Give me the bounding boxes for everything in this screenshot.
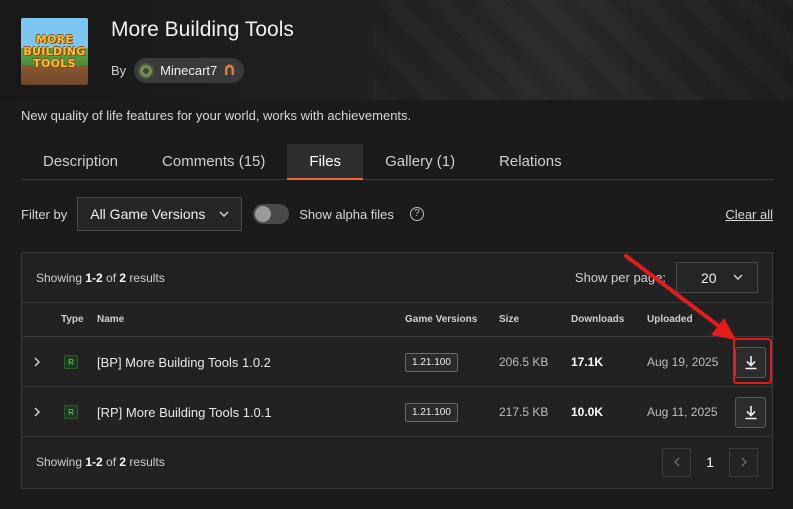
files-panel: Showing 1-2 of 2 results Show per page: …: [21, 252, 773, 489]
filter-label: Filter by: [21, 206, 68, 222]
file-size: 217.5 KB: [499, 405, 549, 419]
author-badge-icon: [223, 63, 236, 79]
file-name[interactable]: [RP] More Building Tools 1.0.1: [97, 387, 272, 437]
by-label: By: [111, 63, 127, 78]
per-page-value: 20: [701, 269, 717, 286]
project-tabs: Description Comments (15) Files Gallery …: [21, 144, 773, 180]
chevron-right-icon[interactable]: [34, 337, 40, 387]
tab-files[interactable]: Files: [287, 144, 364, 180]
chevron-right-icon[interactable]: [34, 387, 40, 437]
release-type-badge: R: [64, 405, 78, 419]
tab-gallery[interactable]: Gallery (1): [363, 144, 477, 179]
col-uploaded: Uploaded: [647, 314, 693, 325]
chevron-down-icon: [733, 272, 743, 283]
current-page[interactable]: 1: [691, 454, 729, 470]
file-name[interactable]: [BP] More Building Tools 1.0.2: [97, 337, 271, 387]
table-row[interactable]: R [RP] More Building Tools 1.0.1 1.21.10…: [22, 387, 772, 437]
per-page-select[interactable]: 20: [676, 262, 758, 293]
file-size: 206.5 KB: [499, 355, 549, 369]
release-type-badge: R: [64, 355, 78, 369]
col-name: Name: [97, 314, 125, 325]
filter-bar: Filter by All Game Versions Show alpha f…: [21, 197, 773, 231]
download-button[interactable]: [735, 346, 766, 378]
game-version-value: All Game Versions: [90, 206, 206, 222]
pagination: 1: [662, 447, 758, 477]
file-uploaded: Aug 19, 2025: [647, 355, 719, 369]
alpha-files-label: Show alpha files: [299, 206, 394, 222]
file-downloads: 17.1K: [571, 355, 604, 369]
col-size: Size: [499, 314, 520, 325]
tab-description[interactable]: Description: [21, 144, 140, 179]
table-row[interactable]: R [BP] More Building Tools 1.0.2 1.21.10…: [22, 337, 772, 387]
results-count-bottom: Showing 1-2 of 2 results: [36, 455, 165, 469]
chevron-down-icon: [219, 209, 229, 220]
logo-line-1: MORE: [35, 32, 74, 46]
results-header: Showing 1-2 of 2 results Show per page: …: [22, 253, 772, 303]
byline: By Minecart7: [111, 58, 245, 83]
file-downloads: 10.0K: [571, 405, 604, 419]
project-title: More Building Tools: [111, 18, 294, 41]
tab-comments[interactable]: Comments (15): [140, 144, 287, 179]
results-footer: Showing 1-2 of 2 results 1: [22, 437, 772, 487]
col-game-versions: Game Versions: [405, 314, 478, 325]
game-version-select[interactable]: All Game Versions: [77, 197, 243, 231]
next-page-button[interactable]: [729, 447, 758, 477]
project-description: New quality of life features for your wo…: [21, 108, 412, 123]
logo-line-2: BUILDING: [23, 44, 86, 58]
table-header: Type Name Game Versions Size Downloads U…: [22, 303, 772, 337]
project-logo: MORE BUILDING TOOLS: [21, 18, 88, 85]
download-button[interactable]: [735, 396, 766, 428]
logo-line-3: TOOLS: [33, 56, 76, 70]
prev-page-button[interactable]: [662, 447, 691, 477]
col-type: Type: [61, 314, 84, 325]
author-avatar: [138, 62, 155, 79]
project-header: MORE BUILDING TOOLS More Building Tools …: [0, 0, 793, 100]
author-name: Minecart7: [160, 63, 218, 78]
per-page-label: Show per page:: [574, 270, 666, 285]
tab-relations[interactable]: Relations: [477, 144, 584, 179]
download-icon: [745, 355, 756, 369]
game-version-pill: 1.21.100: [405, 352, 458, 372]
author-chip[interactable]: Minecart7: [134, 58, 245, 83]
file-uploaded: Aug 11, 2025: [647, 405, 718, 419]
clear-all-link[interactable]: Clear all: [725, 207, 773, 222]
game-version-pill: 1.21.100: [405, 402, 458, 422]
download-icon: [745, 405, 756, 419]
alpha-files-toggle[interactable]: [253, 204, 290, 224]
col-downloads: Downloads: [571, 314, 625, 325]
help-icon[interactable]: ?: [409, 207, 424, 221]
results-count-top: Showing 1-2 of 2 results: [36, 270, 165, 285]
